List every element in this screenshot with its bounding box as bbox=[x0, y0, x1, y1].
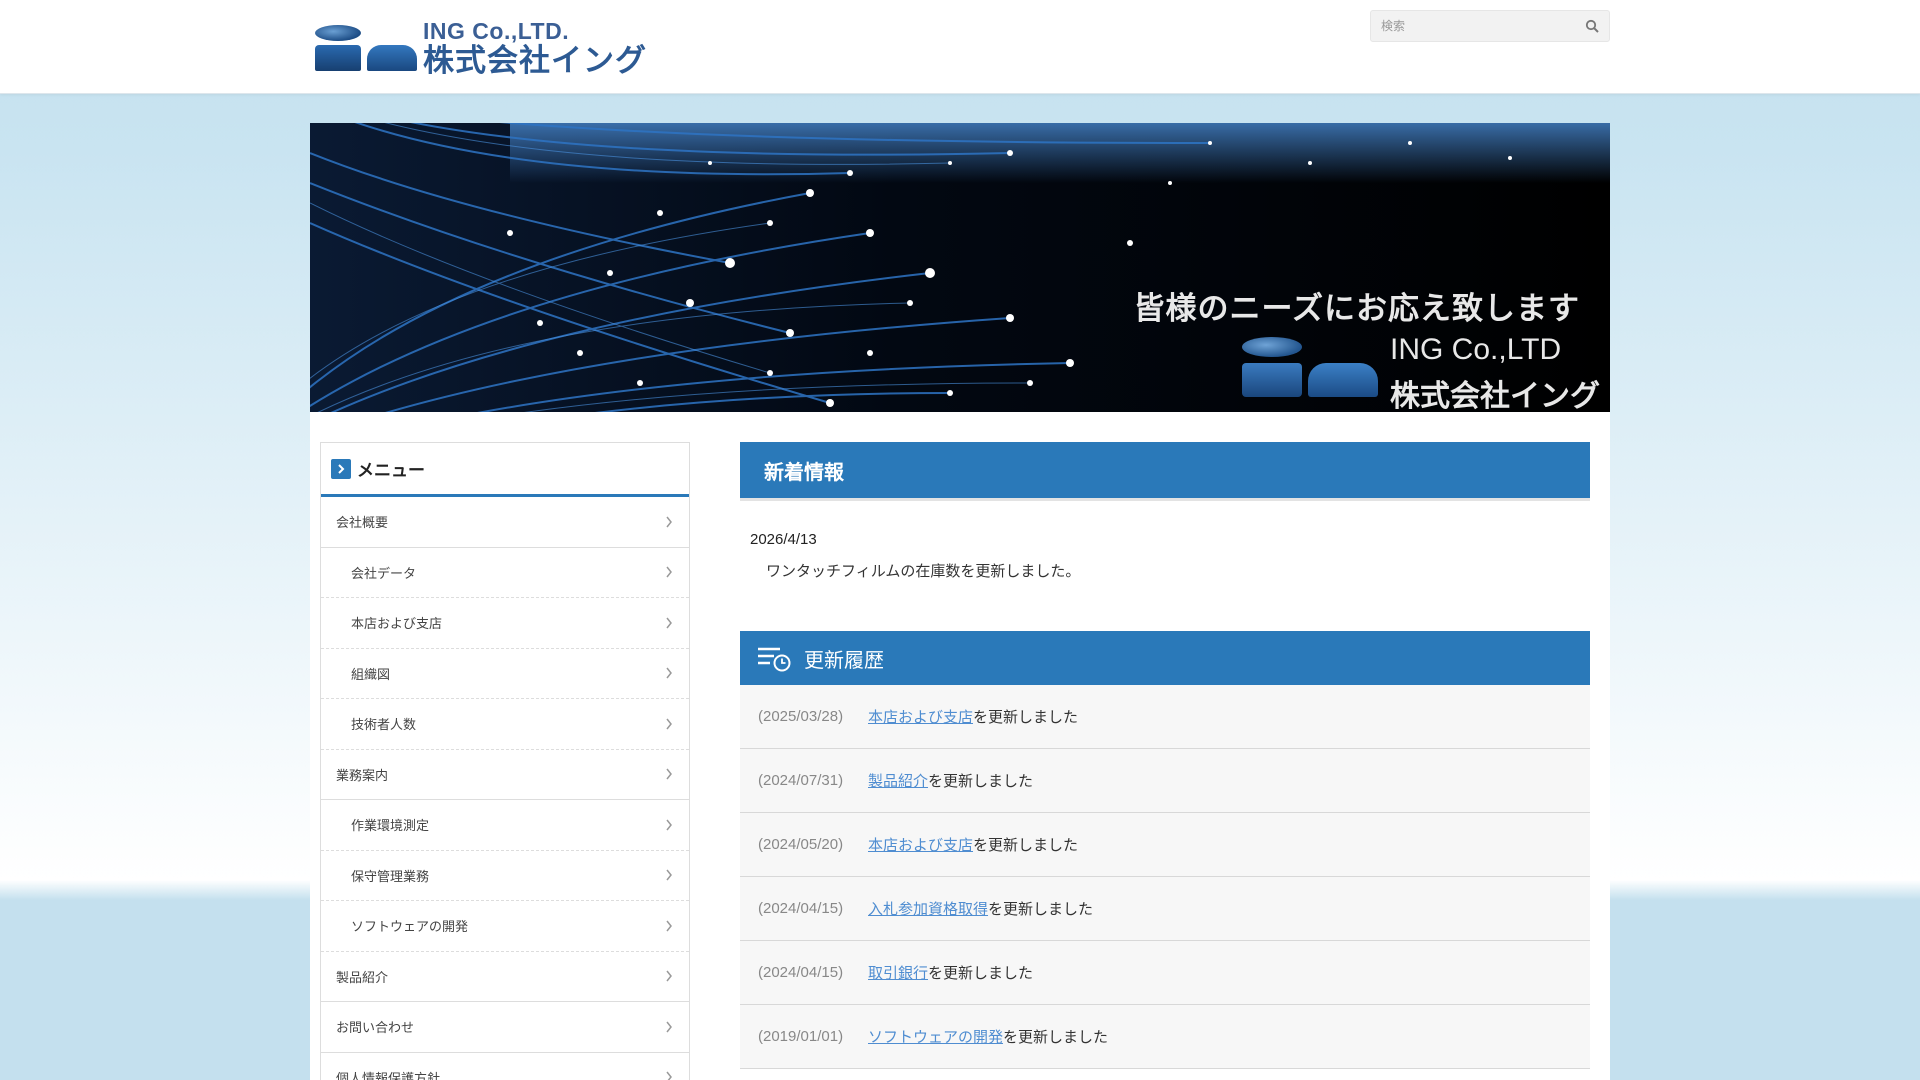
sidebar-item-engineers[interactable]: 技術者人数 bbox=[321, 699, 689, 750]
sidebar-item-services[interactable]: 業務案内 bbox=[321, 750, 689, 800]
history-date: (2025/03/28) bbox=[758, 708, 844, 725]
history-suffix: を更新しました bbox=[1003, 1028, 1109, 1046]
history-link[interactable]: 取引銀行 bbox=[868, 962, 928, 983]
site-header: ING Co.,LTD. 株式会社イング bbox=[0, 0, 1920, 94]
history-row: (2024/04/15) 入札参加資格取得 を更新しました bbox=[740, 877, 1590, 941]
history-row: (2024/05/20) 本店および支店 を更新しました bbox=[740, 813, 1590, 877]
sidebar-item-company-data[interactable]: 会社データ bbox=[321, 548, 689, 598]
logo-company-jp: 株式会社イング bbox=[423, 42, 647, 79]
search-icon[interactable] bbox=[1585, 19, 1599, 33]
history-row: (2019/01/01) ソフトウェアの開発 を更新しました bbox=[740, 1005, 1590, 1069]
chevron-right-icon bbox=[666, 566, 672, 578]
sidebar-item-label: 本店および支店 bbox=[351, 617, 443, 633]
history-date: (2019/01/01) bbox=[758, 1028, 844, 1045]
search-box bbox=[1370, 10, 1610, 42]
history-date: (2024/04/15) bbox=[758, 964, 844, 981]
chevron-right-icon bbox=[666, 970, 672, 982]
search-input[interactable] bbox=[1371, 11, 1571, 41]
history-date: (2024/05/20) bbox=[758, 836, 844, 853]
sidebar-item-contact[interactable]: お問い合わせ bbox=[321, 1002, 689, 1053]
chevron-right-icon bbox=[666, 869, 672, 881]
history-list-clock-icon bbox=[758, 647, 791, 672]
sidebar-title: メニュー bbox=[321, 443, 689, 497]
history-link[interactable]: 本店および支店 bbox=[868, 706, 973, 727]
sidebar-item-label: 保守管理業務 bbox=[351, 869, 430, 885]
sidebar-item-software[interactable]: ソフトウェアの開発 bbox=[321, 901, 689, 952]
history-link[interactable]: ソフトウェアの開発 bbox=[868, 1026, 1003, 1047]
sidebar-item-maintenance[interactable]: 保守管理業務 bbox=[321, 851, 689, 901]
sidebar-item-label: お問い合わせ bbox=[336, 1021, 415, 1037]
sidebar-item-label: 作業環境測定 bbox=[351, 819, 430, 835]
main-content: 新着情報 2026/4/13 ワンタッチフィルムの在庫数を更新しました。 更新履… bbox=[740, 442, 1590, 1069]
sidebar-item-label: 会社データ bbox=[351, 566, 417, 582]
history-suffix: を更新しました bbox=[928, 964, 1034, 982]
history-suffix: を更新しました bbox=[973, 836, 1079, 854]
chevron-right-icon bbox=[666, 1071, 672, 1080]
history-title: 更新履歴 bbox=[804, 647, 884, 672]
history-link[interactable]: 本店および支店 bbox=[868, 834, 973, 855]
chevron-right-icon bbox=[331, 458, 351, 479]
history-date: (2024/07/31) bbox=[758, 772, 844, 789]
hero-company-jp: 株式会社イング bbox=[1390, 379, 1600, 412]
history-row: (2024/07/31) 製品紹介 を更新しました bbox=[740, 749, 1590, 813]
chevron-right-icon bbox=[666, 768, 672, 780]
sidebar-item-label: ソフトウェアの開発 bbox=[351, 920, 469, 936]
news-title: 新着情報 bbox=[764, 459, 844, 484]
history-suffix: を更新しました bbox=[928, 772, 1034, 790]
sidebar-item-org-chart[interactable]: 組織図 bbox=[321, 649, 689, 699]
chevron-right-icon bbox=[666, 617, 672, 629]
sidebar-item-label: 業務案内 bbox=[336, 768, 389, 784]
hero-banner: 皆様のニーズにお応え致します ING Co.,LTD 株式会社イング bbox=[310, 123, 1610, 412]
logo-company-en: ING Co.,LTD. bbox=[423, 17, 570, 44]
chevron-right-icon bbox=[666, 516, 672, 528]
sidebar-item-privacy[interactable]: 個人情報保護方針 bbox=[321, 1053, 689, 1080]
history-row: (2024/04/15) 取引銀行 を更新しました bbox=[740, 941, 1590, 1005]
sidebar-menu: メニュー 会社概要 会社データ 本店および支店 組織図 技術者人数 業務案内 作… bbox=[320, 442, 690, 1080]
history-header: 更新履歴 bbox=[740, 631, 1590, 685]
hero-company-en: ING Co.,LTD bbox=[1390, 333, 1562, 366]
chevron-right-icon bbox=[666, 718, 672, 730]
news-header: 新着情報 bbox=[740, 442, 1590, 501]
sidebar-item-label: 会社概要 bbox=[336, 516, 389, 532]
sidebar-title-label: メニュー bbox=[357, 461, 425, 481]
chevron-right-icon bbox=[666, 920, 672, 932]
chevron-right-icon bbox=[666, 667, 672, 679]
hero-logo-mark-icon bbox=[1240, 333, 1380, 403]
sidebar-item-offices[interactable]: 本店および支店 bbox=[321, 598, 689, 649]
chevron-right-icon bbox=[666, 1021, 672, 1033]
sidebar-item-label: 組織図 bbox=[351, 667, 391, 683]
sidebar-item-label: 製品紹介 bbox=[336, 970, 389, 986]
history-suffix: を更新しました bbox=[988, 900, 1094, 918]
history-link[interactable]: 製品紹介 bbox=[868, 770, 928, 791]
chevron-right-icon bbox=[666, 819, 672, 831]
sidebar-item-products[interactable]: 製品紹介 bbox=[321, 952, 689, 1002]
hero-tagline: 皆様のニーズにお応え致します bbox=[1133, 291, 1580, 327]
hero-company-logo: ING Co.,LTD 株式会社イング bbox=[1240, 333, 1600, 412]
sidebar-item-label: 技術者人数 bbox=[351, 718, 417, 734]
news-date: 2026/4/13 bbox=[750, 531, 817, 548]
sidebar-item-company-overview[interactable]: 会社概要 bbox=[321, 497, 689, 548]
news-body: 2026/4/13 ワンタッチフィルムの在庫数を更新しました。 bbox=[740, 501, 1590, 631]
history-date: (2024/04/15) bbox=[758, 900, 844, 917]
sidebar-item-label: 個人情報保護方針 bbox=[336, 1071, 441, 1080]
history-suffix: を更新しました bbox=[973, 708, 1079, 726]
history-row: (2025/03/28) 本店および支店 を更新しました bbox=[740, 685, 1590, 749]
history-link[interactable]: 入札参加資格取得 bbox=[868, 898, 988, 919]
site-logo[interactable]: ING Co.,LTD. 株式会社イング bbox=[313, 18, 653, 78]
news-text: ワンタッチフィルムの在庫数を更新しました。 bbox=[766, 562, 1081, 580]
logo-mark-icon bbox=[313, 20, 417, 76]
sidebar-item-work-environment[interactable]: 作業環境測定 bbox=[321, 800, 689, 851]
